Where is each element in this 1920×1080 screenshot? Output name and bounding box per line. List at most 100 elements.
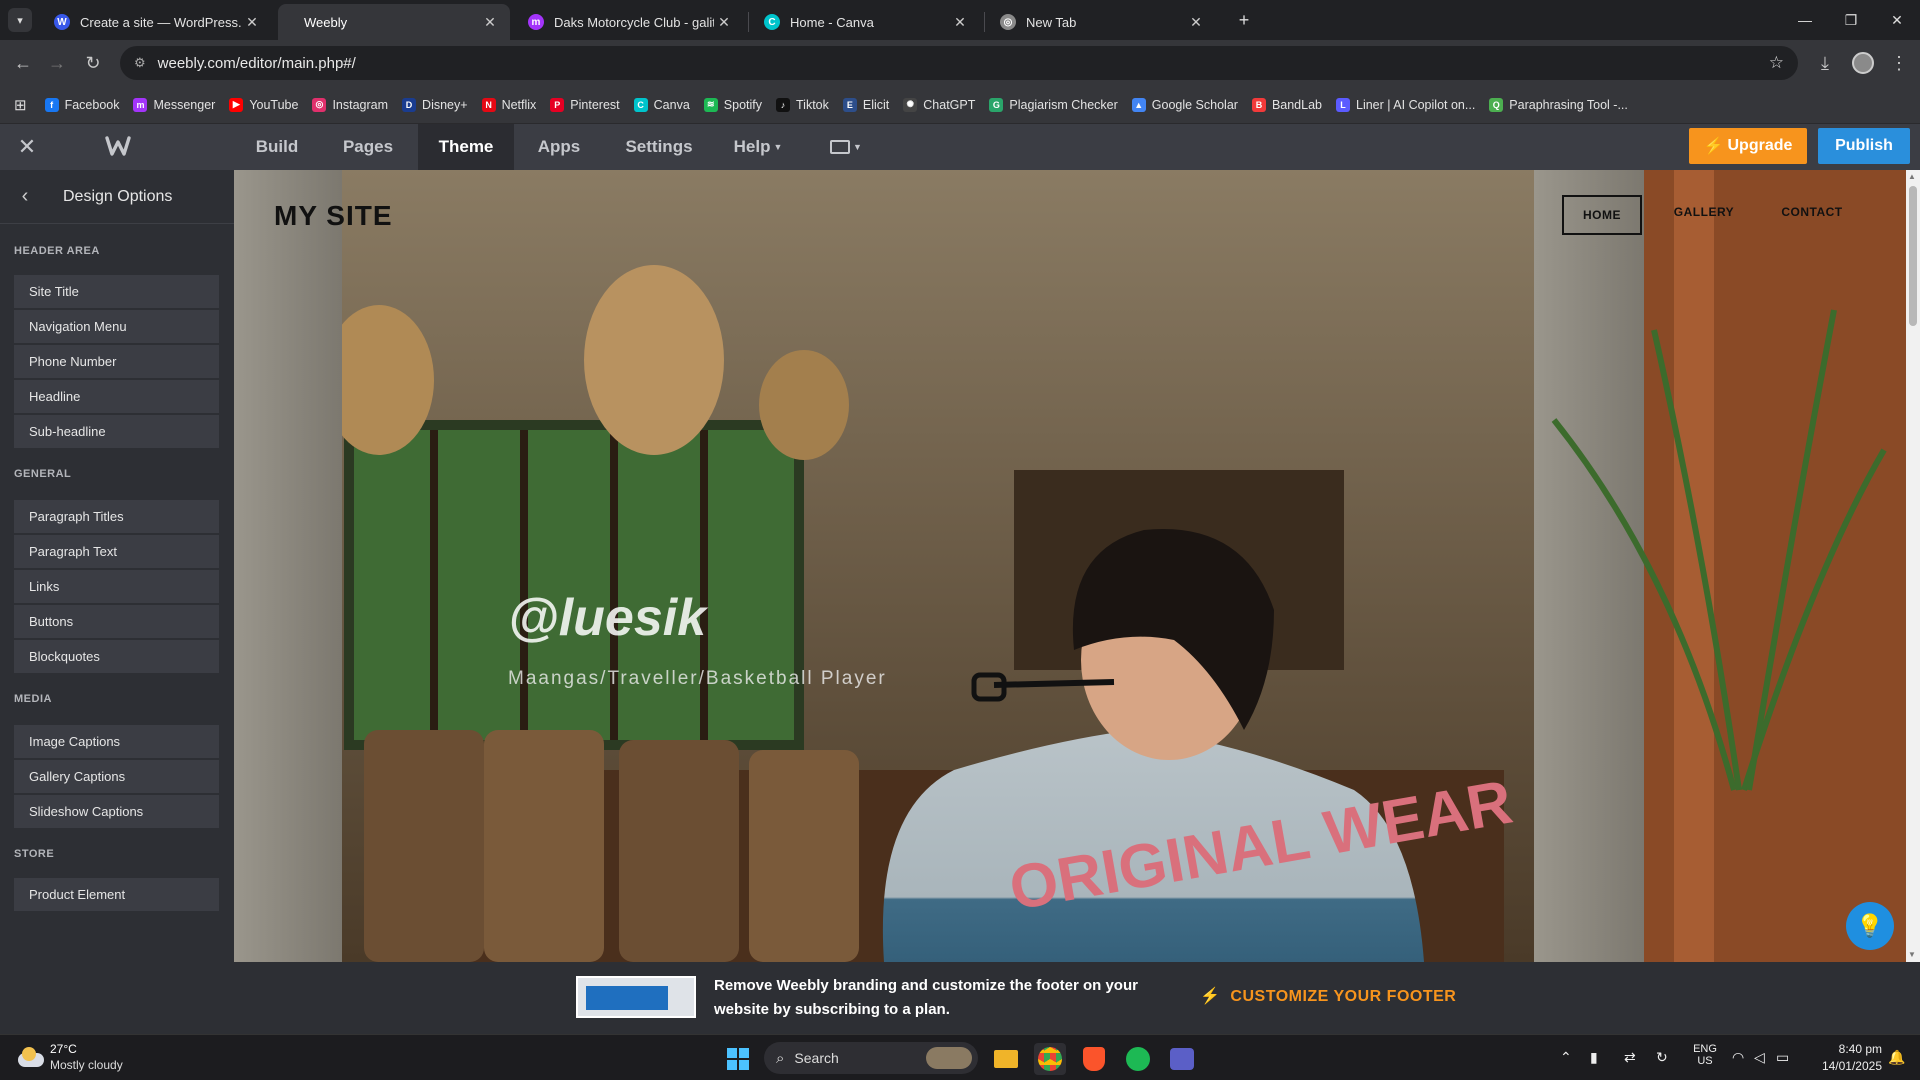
scrollbar-thumb[interactable] (1909, 186, 1917, 326)
bookmark-facebook[interactable]: f Facebook (44, 97, 119, 112)
file-explorer-icon[interactable] (990, 1043, 1022, 1075)
canvas-scrollbar[interactable]: ▲ ▼ (1906, 170, 1920, 962)
browser-tab-canva[interactable]: C Home - Canva ✕ (750, 4, 980, 40)
option-sub-headline[interactable]: Sub-headline (14, 415, 219, 448)
bookmark-pinterest[interactable]: P Pinterest (550, 97, 620, 112)
option-gallery-captions[interactable]: Gallery Captions (14, 760, 219, 793)
site-preview-canvas[interactable]: ORIGINAL WEAR MY SITE HOME GALLERY CONTA… (234, 170, 1906, 962)
site-headline[interactable]: @luesik (508, 588, 706, 648)
restore-icon[interactable]: ❐ (1828, 0, 1874, 40)
device-preview-toggle[interactable]: ▼ (822, 124, 870, 170)
apps-grid-icon[interactable]: ⊞ (14, 96, 27, 114)
url-bar[interactable]: ⚙ weebly.com/editor/main.php#/ ☆ (120, 46, 1798, 80)
battery-icon[interactable]: ▭ (1776, 1049, 1789, 1066)
scroll-up-arrow-icon[interactable]: ▲ (1908, 172, 1916, 181)
language-indicator[interactable]: ENG US (1690, 1043, 1720, 1067)
option-product-element[interactable]: Product Element (14, 878, 219, 911)
teams-icon[interactable] (1166, 1043, 1198, 1075)
lightbulb-help-icon[interactable]: 💡 (1846, 902, 1894, 950)
volume-icon[interactable]: ◁ (1754, 1049, 1765, 1066)
nav-pages[interactable]: Pages (334, 124, 402, 170)
nav-apps[interactable]: Apps (528, 124, 590, 170)
nav-build[interactable]: Build (246, 124, 308, 170)
nav-theme[interactable]: Theme (418, 124, 514, 170)
weather-condition[interactable]: Mostly cloudy (50, 1058, 123, 1072)
scroll-down-arrow-icon[interactable]: ▼ (1908, 950, 1916, 959)
taskbar-search-box[interactable]: ⌕ Search (764, 1042, 978, 1074)
wifi-icon[interactable]: ◠ (1732, 1049, 1744, 1066)
bookmark-messenger[interactable]: m Messenger (133, 97, 215, 112)
tab-search-chevron-icon[interactable]: ▾ (8, 8, 32, 32)
bookmark-chatgpt[interactable]: ✺ ChatGPT (903, 97, 975, 112)
weather-cloud-icon[interactable] (16, 1043, 46, 1073)
profile-avatar[interactable] (1852, 52, 1874, 74)
option-phone-number[interactable]: Phone Number (14, 345, 219, 378)
nav-settings[interactable]: Settings (612, 124, 706, 170)
close-tab-icon[interactable]: ✕ (1186, 14, 1206, 31)
browser-tab-weebly[interactable]: Weebly ✕ (278, 4, 510, 40)
bookmark-elicit[interactable]: E Elicit (842, 97, 889, 112)
bookmark-paraphrasing-tool[interactable]: Q Paraphrasing Tool -... (1489, 97, 1628, 112)
bookmark-disney[interactable]: D Disney+ (402, 97, 468, 112)
option-image-captions[interactable]: Image Captions (14, 725, 219, 758)
option-buttons[interactable]: Buttons (14, 605, 219, 638)
sync-icon[interactable]: ↻ (1656, 1049, 1668, 1066)
option-blockquotes[interactable]: Blockquotes (14, 640, 219, 673)
option-slideshow-captions[interactable]: Slideshow Captions (14, 795, 219, 828)
weather-temperature[interactable]: 27°C (50, 1042, 77, 1056)
back-arrow-icon[interactable]: ← (8, 48, 38, 78)
site-settings-icon[interactable]: ⚙ (134, 55, 146, 71)
bookmark-liner[interactable]: L Liner | AI Copilot on... (1336, 97, 1475, 112)
chrome-icon[interactable] (1034, 1043, 1066, 1075)
browser-menu-icon[interactable]: ⋮ (1884, 48, 1914, 78)
bookmark-tiktok[interactable]: ♪ Tiktok (776, 97, 829, 112)
minimize-icon[interactable]: — (1782, 0, 1828, 40)
option-headline[interactable]: Headline (14, 380, 219, 413)
close-tab-icon[interactable]: ✕ (480, 14, 500, 31)
option-site-title[interactable]: Site Title (14, 275, 219, 308)
site-nav-contact[interactable]: CONTACT (1772, 205, 1852, 219)
bookmark-canva[interactable]: C Canva (633, 97, 690, 112)
site-title[interactable]: MY SITE (274, 200, 393, 232)
brave-icon[interactable] (1078, 1043, 1110, 1075)
site-subheadline[interactable]: Maangas/Traveller/Basketball Player (508, 668, 887, 690)
site-nav-home[interactable]: HOME (1562, 195, 1642, 235)
close-tab-icon[interactable]: ✕ (242, 14, 262, 31)
tray-settings-icon[interactable]: ⇄ (1624, 1049, 1636, 1066)
option-links[interactable]: Links (14, 570, 219, 603)
browser-tab-new-tab[interactable]: ◎ New Tab ✕ (986, 4, 1216, 40)
bookmark-bandlab[interactable]: B BandLab (1251, 97, 1322, 112)
exit-editor-close-icon[interactable]: ✕ (14, 134, 40, 160)
forward-arrow-icon[interactable]: → (42, 48, 72, 78)
close-tab-icon[interactable]: ✕ (714, 14, 734, 31)
browser-tab-wordpress[interactable]: W Create a site — WordPress.com ✕ (40, 4, 272, 40)
download-icon[interactable]: ⤓ (1810, 48, 1840, 78)
bookmark-plagiarism-checker[interactable]: G Plagiarism Checker (989, 97, 1118, 112)
notification-bell-icon[interactable]: 🔔 (1888, 1049, 1905, 1066)
new-tab-plus-icon[interactable]: + (1232, 8, 1256, 32)
upgrade-button[interactable]: ⚡ Upgrade (1689, 128, 1807, 164)
nav-help[interactable]: Help ▼ (728, 124, 788, 170)
windows-start-icon[interactable] (722, 1043, 754, 1075)
option-navigation-menu[interactable]: Navigation Menu (14, 310, 219, 343)
bookmark-google-scholar[interactable]: ▲ Google Scholar (1131, 97, 1238, 112)
clock[interactable]: 8:40 pm 14/01/2025 (1810, 1042, 1882, 1073)
spotify-icon[interactable] (1122, 1043, 1154, 1075)
browser-tab-messenger[interactable]: m Daks Motorcycle Club - galit ak ✕ (514, 4, 744, 40)
option-paragraph-text[interactable]: Paragraph Text (14, 535, 219, 568)
bookmark-youtube[interactable]: ▶ YouTube (229, 97, 298, 112)
weebly-logo-icon[interactable] (104, 132, 132, 160)
bookmark-netflix[interactable]: N Netflix (481, 97, 536, 112)
close-tab-icon[interactable]: ✕ (950, 14, 970, 31)
window-close-icon[interactable]: ✕ (1874, 0, 1920, 40)
audio-device-icon[interactable]: ▮ (1590, 1049, 1598, 1066)
option-paragraph-titles[interactable]: Paragraph Titles (14, 500, 219, 533)
show-hidden-icons-chevron-icon[interactable]: ⌃ (1560, 1049, 1572, 1066)
bookmark-spotify[interactable]: ≋ Spotify (703, 97, 762, 112)
bookmark-instagram[interactable]: ◎ Instagram (312, 97, 388, 112)
bookmark-star-icon[interactable]: ☆ (1769, 53, 1784, 73)
publish-button[interactable]: Publish (1818, 128, 1910, 164)
customize-footer-link[interactable]: ⚡ CUSTOMIZE YOUR FOOTER (1200, 986, 1456, 1006)
site-nav-gallery[interactable]: GALLERY (1664, 205, 1744, 219)
back-chevron-icon[interactable]: ‹ (0, 185, 50, 208)
